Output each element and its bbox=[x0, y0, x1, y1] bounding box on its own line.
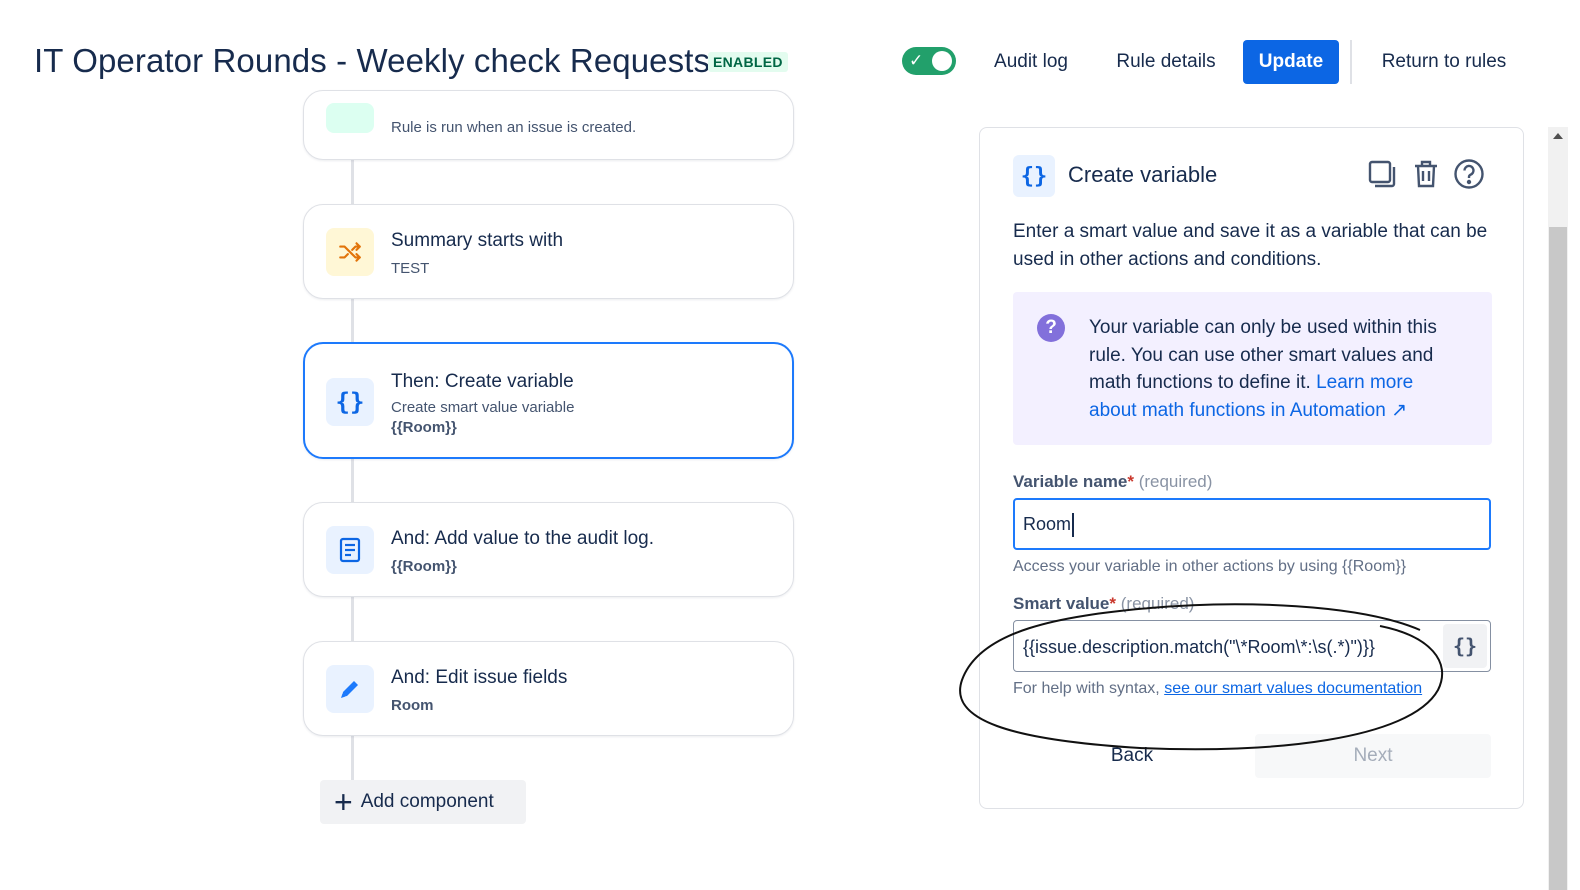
flow-step-condition[interactable]: Summary starts with TEST bbox=[303, 204, 794, 299]
flow-connector bbox=[351, 736, 354, 782]
trigger-subtitle: Rule is run when an issue is created. bbox=[391, 119, 637, 136]
back-button[interactable]: Back bbox=[1070, 734, 1194, 778]
scroll-up-icon[interactable] bbox=[1553, 133, 1563, 139]
smart-value-label: Smart value* (required) bbox=[1013, 594, 1194, 614]
header-divider bbox=[1350, 40, 1352, 84]
document-icon bbox=[326, 526, 374, 574]
step-title: Summary starts with bbox=[391, 230, 564, 251]
create-variable-panel: {} Create variable Enter a smart value a… bbox=[979, 127, 1524, 809]
braces-icon: {} bbox=[1452, 634, 1478, 658]
required-hint: (required) bbox=[1120, 594, 1195, 613]
required-mark: * bbox=[1109, 594, 1117, 613]
smart-value-picker-button[interactable]: {} bbox=[1443, 624, 1487, 668]
flow-step-edit-issue[interactable]: And: Edit issue fields Room bbox=[303, 641, 794, 736]
flow-connector bbox=[351, 458, 354, 503]
step-detail: {{Room}} bbox=[391, 419, 457, 436]
step-title: Then: Create variable bbox=[391, 371, 574, 392]
panel-description: Enter a smart value and save it as a var… bbox=[1013, 221, 1488, 270]
page-title: IT Operator Rounds - Weekly check Reques… bbox=[34, 42, 711, 79]
next-button[interactable]: Next bbox=[1255, 734, 1491, 778]
step-detail: {{Room}} bbox=[391, 558, 457, 575]
flow-connector bbox=[351, 160, 354, 205]
help-icon[interactable] bbox=[1451, 156, 1487, 192]
flow-step-create-variable[interactable]: {} Then: Create variable Create smart va… bbox=[303, 342, 794, 459]
smart-value-text: {{issue.description.match("\*Room\*:\s(.… bbox=[1023, 637, 1375, 657]
smart-value-label-text: Smart value bbox=[1013, 594, 1110, 613]
required-mark: * bbox=[1127, 472, 1134, 491]
variable-name-input[interactable]: Room bbox=[1013, 498, 1491, 550]
update-button[interactable]: Update bbox=[1243, 40, 1339, 84]
text-caret bbox=[1072, 513, 1074, 538]
duplicate-icon[interactable] bbox=[1364, 156, 1400, 192]
step-title: And: Edit issue fields bbox=[391, 667, 568, 688]
step-title: And: Add value to the audit log. bbox=[391, 528, 655, 549]
toggle-knob bbox=[932, 51, 952, 71]
pencil-icon bbox=[326, 665, 374, 713]
variable-name-label-text: Variable name bbox=[1013, 472, 1128, 491]
smart-value-help: For help with syntax, see our smart valu… bbox=[1013, 680, 1422, 698]
scrollbar-thumb[interactable] bbox=[1549, 227, 1567, 890]
info-text: Your variable can only be used within th… bbox=[1089, 314, 1459, 424]
smart-value-input[interactable]: {{issue.description.match("\*Room\*:\s(.… bbox=[1013, 620, 1491, 672]
step-subtitle: Create smart value variable bbox=[391, 399, 575, 416]
add-component-button[interactable]: + Add component bbox=[320, 780, 526, 824]
audit-log-button[interactable]: Audit log bbox=[980, 40, 1082, 84]
variable-name-label: Variable name* (required) bbox=[1013, 472, 1212, 492]
flow-connector bbox=[351, 597, 354, 642]
panel-title: Create variable bbox=[1068, 162, 1218, 187]
add-component-label: Add component bbox=[360, 791, 494, 812]
smart-values-docs-link[interactable]: see our smart values documentation bbox=[1164, 680, 1422, 697]
status-badge: ENABLED bbox=[708, 52, 788, 72]
variable-name-value: Room bbox=[1023, 514, 1072, 534]
trigger-card[interactable]: Rule is run when an issue is created. bbox=[303, 90, 794, 160]
plus-icon: + bbox=[334, 784, 353, 820]
braces-icon: {} bbox=[326, 378, 374, 426]
flow-step-audit-log[interactable]: And: Add value to the audit log. {{Room}… bbox=[303, 502, 794, 597]
return-to-rules-button[interactable]: Return to rules bbox=[1366, 40, 1522, 84]
step-subtitle: TEST bbox=[391, 260, 430, 277]
check-icon: ✓ bbox=[909, 51, 924, 70]
variable-name-help: Access your variable in other actions by… bbox=[1013, 558, 1407, 575]
info-panel: ? Your variable can only be used within … bbox=[1013, 292, 1492, 445]
step-detail: Room bbox=[391, 697, 434, 714]
braces-icon: {} bbox=[1013, 155, 1055, 197]
rule-enabled-toggle[interactable]: ✓ bbox=[902, 47, 956, 75]
page-scrollbar[interactable] bbox=[1548, 127, 1568, 890]
trigger-icon bbox=[326, 103, 374, 133]
question-icon: ? bbox=[1037, 314, 1065, 342]
rule-details-button[interactable]: Rule details bbox=[1104, 40, 1228, 84]
help-prefix: For help with syntax, bbox=[1013, 680, 1160, 697]
trash-icon[interactable] bbox=[1408, 156, 1444, 192]
required-hint: (required) bbox=[1138, 472, 1213, 491]
flow-connector bbox=[351, 299, 354, 344]
shuffle-icon bbox=[326, 228, 374, 276]
